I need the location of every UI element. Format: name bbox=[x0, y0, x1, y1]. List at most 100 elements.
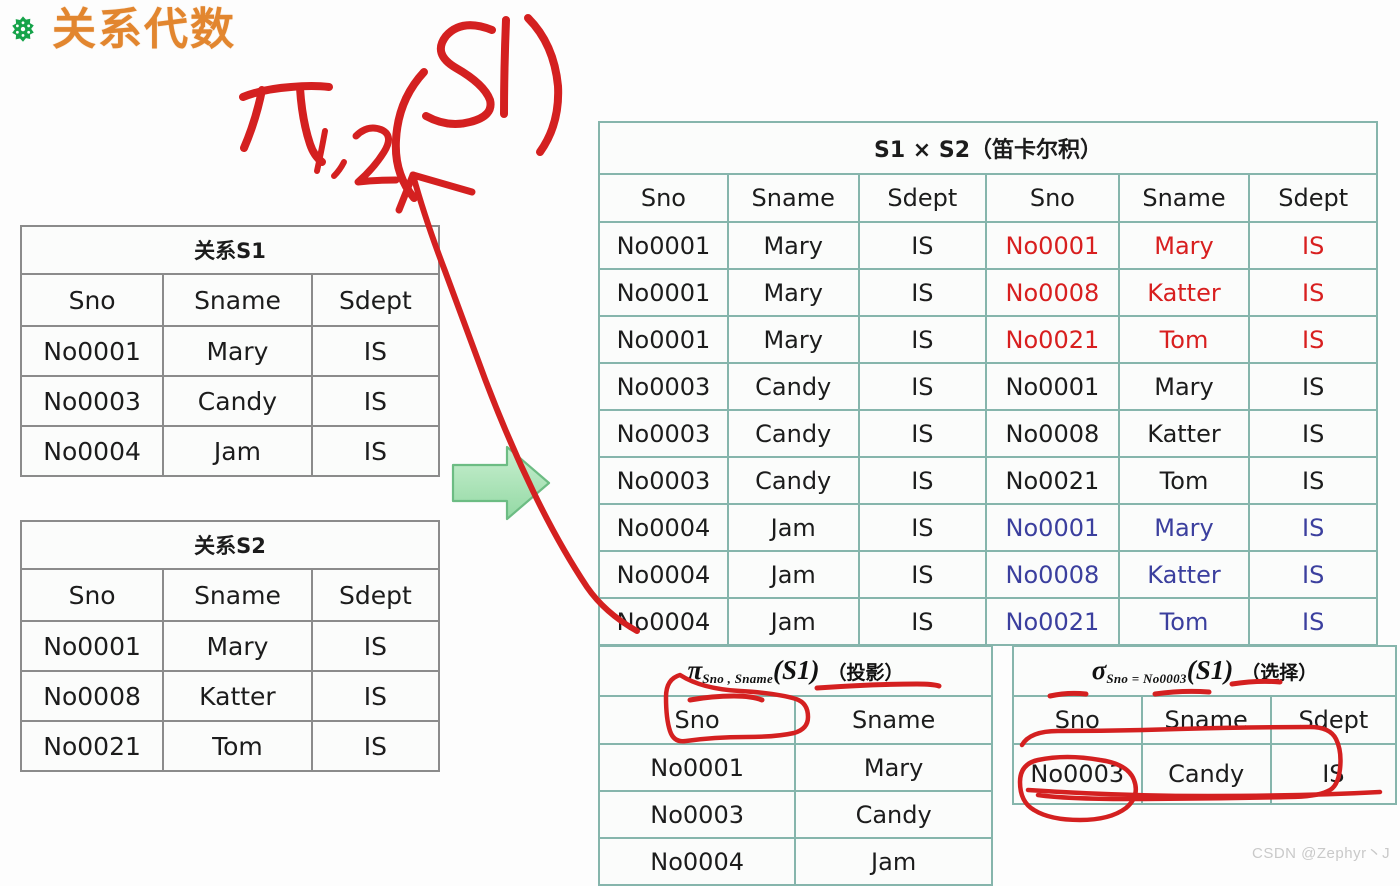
s1-header-sname: Sname bbox=[162, 273, 313, 327]
s2-r2-c1: Tom bbox=[162, 720, 313, 772]
product-r4-c1: Candy bbox=[726, 409, 860, 458]
projection-argument: (S1) bbox=[773, 655, 820, 685]
projection-label-cn: （投影） bbox=[827, 662, 904, 684]
product-r8-c3: No0021 bbox=[985, 597, 1120, 646]
projection-r0-c1: Mary bbox=[794, 743, 993, 792]
product-r1-c5: IS bbox=[1248, 268, 1378, 317]
projection-r2-c1: Jam bbox=[794, 837, 993, 886]
product-r6-c1: Jam bbox=[726, 503, 860, 552]
product-r2-c1: Mary bbox=[726, 315, 860, 364]
selection-operator: σ bbox=[1091, 655, 1107, 685]
product-r8-c1: Jam bbox=[726, 597, 860, 646]
product-r3-c5: IS bbox=[1248, 362, 1378, 411]
s2-header-sname: Sname bbox=[162, 568, 313, 622]
selection-r0-c2: IS bbox=[1269, 743, 1398, 805]
product-r0-c0: No0001 bbox=[598, 221, 729, 270]
product-r0-c1: Mary bbox=[726, 221, 860, 270]
product-r6-c3: No0001 bbox=[985, 503, 1120, 552]
product-r5-c4: Tom bbox=[1117, 456, 1251, 505]
product-r3-c1: Candy bbox=[726, 362, 860, 411]
s2-r2-c0: No0021 bbox=[19, 720, 165, 772]
selection-r0-c0: No0003 bbox=[1012, 743, 1143, 805]
product-header-sname-2: Sname bbox=[1117, 173, 1251, 223]
selection-header-sno: Sno bbox=[1012, 695, 1143, 745]
s1-r2-c1: Jam bbox=[162, 425, 313, 477]
s1-r1-c0: No0003 bbox=[19, 375, 165, 427]
product-r6-c2: IS bbox=[857, 503, 988, 552]
table-row: No0001 Mary IS bbox=[19, 325, 441, 377]
s1-caption: 关系S1 bbox=[20, 225, 440, 275]
green-right-arrow-icon bbox=[451, 445, 551, 521]
table-row: No0003 Candy IS bbox=[1012, 743, 1398, 805]
table-caption-row: σSno = No0003(S1) （选择） bbox=[1012, 645, 1397, 697]
product-r6-c0: No0004 bbox=[598, 503, 729, 552]
product-r6-c5: IS bbox=[1248, 503, 1378, 552]
table-header-row: Sno Sname Sdept bbox=[19, 273, 441, 327]
table-header-row: Sno Sname Sdept bbox=[1012, 695, 1398, 745]
product-r1-c1: Mary bbox=[726, 268, 860, 317]
product-r0-c3: No0001 bbox=[985, 221, 1120, 270]
projection-r2-c0: No0004 bbox=[597, 837, 797, 886]
product-r4-c3: No0008 bbox=[985, 409, 1120, 458]
selection-r0-c1: Candy bbox=[1140, 743, 1272, 805]
product-r4-c4: Katter bbox=[1117, 409, 1251, 458]
product-r1-c4: Katter bbox=[1117, 268, 1251, 317]
projection-operator: π bbox=[687, 655, 703, 685]
product-r7-c4: Katter bbox=[1117, 550, 1251, 599]
product-r4-c2: IS bbox=[857, 409, 988, 458]
selection-header-sname: Sname bbox=[1140, 695, 1272, 745]
projection-header-sno: Sno bbox=[597, 695, 797, 745]
table-header-row: Sno Sname Sdept bbox=[19, 568, 441, 622]
table-row: No0004 Jam IS No0021 Tom IS bbox=[598, 597, 1378, 646]
s2-header-sdept: Sdept bbox=[310, 568, 441, 622]
product-r3-c2: IS bbox=[857, 362, 988, 411]
table-row: No0021 Tom IS bbox=[19, 720, 441, 772]
product-r3-c3: No0001 bbox=[985, 362, 1120, 411]
product-r7-c3: No0008 bbox=[985, 550, 1120, 599]
product-r6-c4: Mary bbox=[1117, 503, 1251, 552]
s1-r1-c1: Candy bbox=[162, 375, 313, 427]
s1-r2-c2: IS bbox=[310, 425, 441, 477]
table-row: No0001 Mary IS No0001 Mary IS bbox=[598, 221, 1378, 270]
product-r7-c5: IS bbox=[1248, 550, 1378, 599]
table-row: No0004 Jam IS No0001 Mary IS bbox=[598, 503, 1378, 552]
product-r3-c0: No0003 bbox=[598, 362, 729, 411]
product-r0-c4: Mary bbox=[1117, 221, 1251, 270]
s1-r0-c1: Mary bbox=[162, 325, 313, 377]
product-r2-c0: No0001 bbox=[598, 315, 729, 364]
table-relation-s2: 关系S2 Sno Sname Sdept No0001 Mary IS No00… bbox=[19, 520, 441, 772]
product-r4-c5: IS bbox=[1248, 409, 1378, 458]
table-row: No0001 Mary IS No0008 Katter IS bbox=[598, 268, 1378, 317]
projection-subscript: Sno , Sname bbox=[702, 671, 774, 686]
page-title: 关系代数 bbox=[52, 4, 236, 55]
table-caption-row: 关系S2 bbox=[20, 520, 440, 570]
table-row: No0003 Candy IS No0021 Tom IS bbox=[598, 456, 1378, 505]
projection-r1-c1: Candy bbox=[794, 790, 993, 839]
product-r7-c1: Jam bbox=[726, 550, 860, 599]
s2-header-sno: Sno bbox=[19, 568, 165, 622]
table-row: No0004 Jam bbox=[597, 837, 993, 886]
s1-r2-c0: No0004 bbox=[19, 425, 165, 477]
s1-header-sdept: Sdept bbox=[310, 273, 441, 327]
page-title-row: 关系代数 bbox=[8, 6, 236, 54]
product-header-sno-1: Sno bbox=[598, 173, 729, 223]
s1-r0-c2: IS bbox=[310, 325, 441, 377]
s1-r0-c0: No0001 bbox=[19, 325, 165, 377]
product-r7-c0: No0004 bbox=[598, 550, 729, 599]
slide-canvas: 关系代数 关系S1 Sno Sname Sdept No0001 Mary IS… bbox=[0, 0, 1400, 886]
selection-subscript: Sno = No0003 bbox=[1106, 671, 1187, 686]
csdn-watermark: CSDN @Zephyr丶J bbox=[1252, 845, 1391, 862]
product-r5-c5: IS bbox=[1248, 456, 1378, 505]
table-row: No0004 Jam IS bbox=[19, 425, 441, 477]
product-header-sno-2: Sno bbox=[985, 173, 1120, 223]
table-row: No0001 Mary IS bbox=[19, 620, 441, 672]
product-r3-c4: Mary bbox=[1117, 362, 1251, 411]
projection-r1-c0: No0003 bbox=[597, 790, 797, 839]
projection-caption: πSno , Sname(S1) （投影） bbox=[598, 645, 993, 697]
product-r1-c2: IS bbox=[857, 268, 988, 317]
product-r5-c3: No0021 bbox=[985, 456, 1120, 505]
s2-r0-c1: Mary bbox=[162, 620, 313, 672]
table-caption-row: πSno , Sname(S1) （投影） bbox=[598, 645, 993, 697]
product-r2-c3: No0021 bbox=[985, 315, 1120, 364]
product-caption: S1 × S2（笛卡尔积） bbox=[598, 121, 1378, 175]
